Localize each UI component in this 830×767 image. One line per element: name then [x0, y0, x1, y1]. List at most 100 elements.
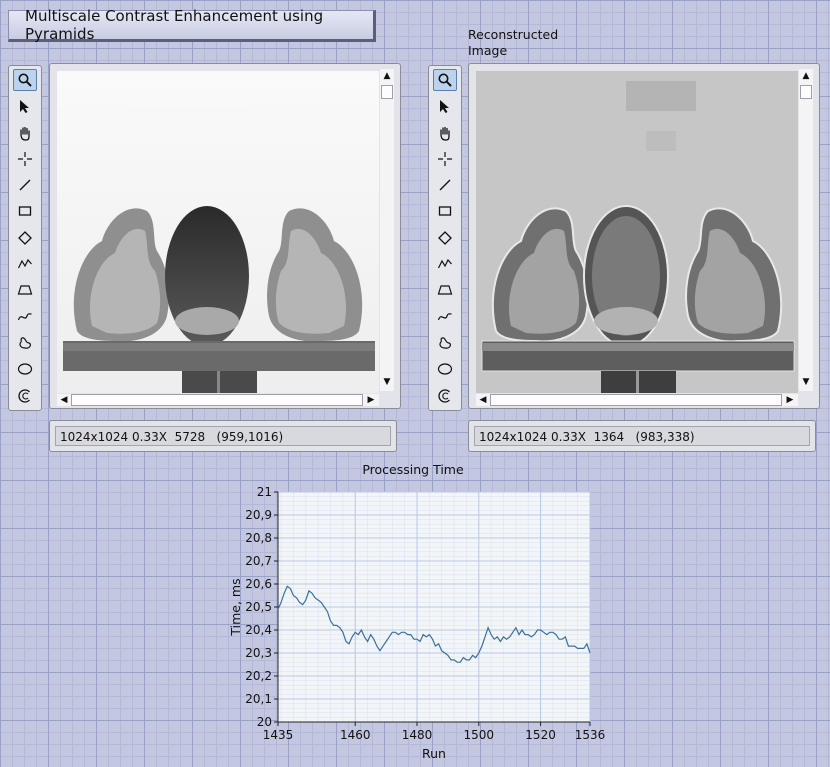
- line-icon: [19, 179, 31, 191]
- y-tick-label: 20,2: [245, 669, 272, 683]
- reconstructed-image-status-bar: 1024x1024 0.33X 1364 (983,338): [468, 420, 816, 452]
- crosshair-icon: [438, 151, 452, 166]
- line-tool-button[interactable]: [433, 174, 457, 196]
- scroll-right-button[interactable]: ▶: [785, 395, 795, 405]
- pointer-tool-button[interactable]: [13, 95, 37, 117]
- polyline-icon: [17, 259, 32, 269]
- oval-tool-button[interactable]: [13, 358, 37, 380]
- oval-icon: [17, 363, 33, 375]
- oval-tool-button[interactable]: [433, 358, 457, 380]
- rotated-rectangle-tool-button[interactable]: [13, 227, 37, 249]
- scroll-down-button[interactable]: ▼: [382, 377, 392, 387]
- y-tick-label: 20,8: [245, 531, 272, 545]
- zoom-icon: [438, 73, 452, 87]
- reconstructed-image-vertical-scrollbar[interactable]: ▲ ▼: [799, 69, 813, 391]
- pointer-icon: [440, 100, 449, 114]
- freehand-line-tool-button[interactable]: [433, 306, 457, 328]
- app-title: Multiscale Contrast Enhancement using Py…: [8, 7, 376, 43]
- oval-icon: [437, 363, 453, 375]
- polygon-tool-button[interactable]: [433, 279, 457, 301]
- right-tools-palette: [428, 65, 462, 411]
- x-tick-label: 1460: [340, 728, 371, 742]
- freehand-region-tool-button[interactable]: [13, 332, 37, 354]
- freehand-line-icon: [437, 312, 452, 320]
- x-axis-label: Run: [422, 746, 446, 761]
- crosshair-icon: [18, 151, 32, 166]
- reconstructed-image-info: 1024x1024 0.33X 1364 (983,338): [474, 426, 810, 446]
- scroll-up-button[interactable]: ▲: [801, 71, 811, 81]
- pan-hand-tool-button[interactable]: [433, 122, 457, 144]
- freehand-line-icon: [17, 312, 32, 320]
- annulus-tool-button[interactable]: [433, 385, 457, 407]
- scroll-thumb[interactable]: [71, 394, 363, 406]
- y-tick-label: 20,5: [245, 600, 272, 614]
- scroll-down-button[interactable]: ▼: [801, 377, 811, 387]
- scroll-thumb[interactable]: [381, 85, 393, 99]
- rectangle-icon: [438, 206, 452, 217]
- pointer-icon: [20, 100, 29, 114]
- crosshair-tool-button[interactable]: [13, 148, 37, 170]
- annulus-icon: [18, 388, 30, 403]
- freehand-region-icon: [439, 337, 451, 349]
- x-tick-label: 1536: [575, 728, 606, 742]
- chart-title: Processing Time: [362, 462, 464, 477]
- scroll-left-button[interactable]: ◀: [59, 395, 69, 405]
- y-axis-label: Time, ms: [228, 578, 243, 636]
- line-tool-button[interactable]: [13, 174, 37, 196]
- freehand-region-icon: [19, 337, 31, 349]
- reconstructed-image-picture: [476, 71, 798, 393]
- annulus-tool-button[interactable]: [13, 385, 37, 407]
- annulus-icon: [438, 388, 450, 403]
- zoom-tool-button[interactable]: [13, 69, 37, 91]
- y-tick-label: 20,3: [245, 646, 272, 660]
- scroll-left-button[interactable]: ◀: [478, 395, 488, 405]
- rectangle-icon: [18, 206, 32, 217]
- polygon-icon: [437, 285, 453, 295]
- reconstructed-image-display[interactable]: ▲ ▼ ◀ ▶: [468, 63, 820, 409]
- left-tools-palette: [8, 65, 42, 411]
- y-tick-label: 20,6: [245, 577, 272, 591]
- pan-hand-icon: [440, 126, 450, 141]
- scroll-thumb[interactable]: [800, 85, 812, 99]
- reconstructed-image[interactable]: [476, 71, 798, 393]
- x-tick-label: 1520: [525, 728, 556, 742]
- processing-time-chart: 20 20,1 20,2 20,3 20,4 20,5 20,6 20,7 20,8 20,9 21…: [228, 485, 606, 761]
- original-image-status-bar: 1024x1024 0.33X 5728 (959,1016): [49, 420, 397, 452]
- x-tick-label: 1500: [464, 728, 495, 742]
- polygon-icon: [17, 285, 33, 295]
- polygon-tool-button[interactable]: [13, 279, 37, 301]
- polyline-tool-button[interactable]: [433, 253, 457, 275]
- scroll-up-button[interactable]: ▲: [382, 71, 392, 81]
- line-icon: [439, 179, 451, 191]
- y-tick-label: 20,7: [245, 554, 272, 568]
- y-tick-label: 20,9: [245, 508, 272, 522]
- crosshair-tool-button[interactable]: [433, 148, 457, 170]
- freehand-region-tool-button[interactable]: [433, 332, 457, 354]
- x-tick-label: 1480: [402, 728, 433, 742]
- pointer-tool-button[interactable]: [433, 95, 457, 117]
- scroll-thumb[interactable]: [490, 394, 782, 406]
- scroll-right-button[interactable]: ▶: [366, 395, 376, 405]
- zoom-tool-button[interactable]: [433, 69, 457, 91]
- original-image-horizontal-scrollbar[interactable]: ◀ ▶: [57, 394, 379, 406]
- original-image-vertical-scrollbar[interactable]: ▲ ▼: [380, 69, 394, 391]
- y-tick-label: 20,1: [245, 692, 272, 706]
- y-tick-label: 20: [257, 715, 272, 729]
- original-image[interactable]: [57, 71, 379, 393]
- original-image-display[interactable]: ▲ ▼ ◀ ▶: [49, 63, 401, 409]
- rectangle-tool-button[interactable]: [13, 200, 37, 222]
- rotated-rectangle-icon: [438, 230, 452, 245]
- polyline-tool-button[interactable]: [13, 253, 37, 275]
- pan-hand-tool-button[interactable]: [13, 122, 37, 144]
- y-tick-label: 21: [257, 485, 272, 499]
- y-tick-label: 20,4: [245, 623, 272, 637]
- freehand-line-tool-button[interactable]: [13, 306, 37, 328]
- rectangle-tool-button[interactable]: [433, 200, 457, 222]
- rotated-rectangle-tool-button[interactable]: [433, 227, 457, 249]
- x-tick-label: 1435: [263, 728, 294, 742]
- original-image-picture: [57, 71, 379, 393]
- reconstructed-image-horizontal-scrollbar[interactable]: ◀ ▶: [476, 394, 798, 406]
- rotated-rectangle-icon: [18, 230, 32, 245]
- reconstructed-image-label: Reconstructed Image: [468, 27, 559, 58]
- original-image-info: 1024x1024 0.33X 5728 (959,1016): [55, 426, 391, 446]
